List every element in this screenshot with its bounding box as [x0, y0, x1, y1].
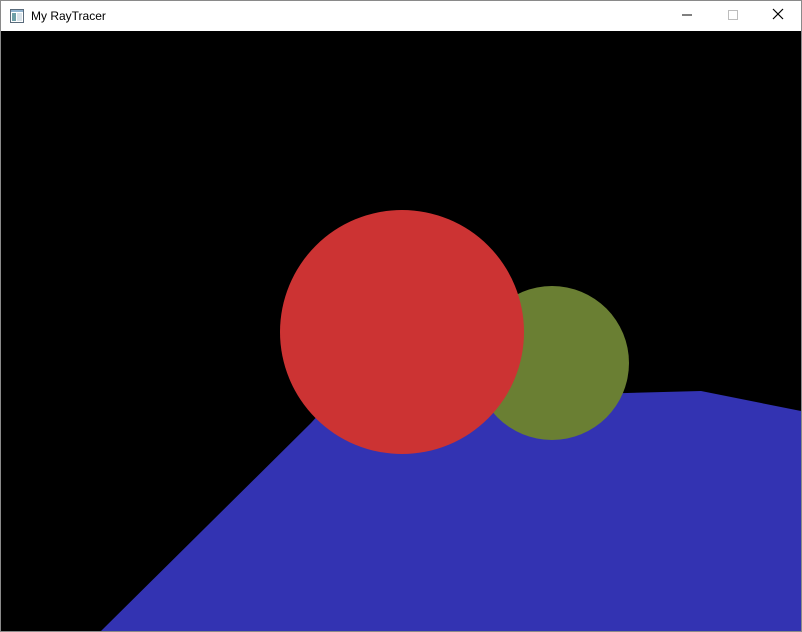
maximize-icon: [728, 7, 738, 25]
render-canvas: [1, 31, 801, 631]
app-window: My RayTracer: [0, 0, 802, 632]
rendered-scene: [1, 31, 801, 631]
maximize-button[interactable]: [710, 1, 756, 31]
red-sphere: [280, 210, 524, 454]
close-icon: [772, 7, 784, 25]
minimize-icon: [682, 7, 692, 25]
title-bar[interactable]: My RayTracer: [1, 1, 801, 31]
window-title: My RayTracer: [31, 9, 106, 23]
window-app-icon[interactable]: [10, 9, 24, 23]
minimize-button[interactable]: [664, 1, 710, 31]
close-button[interactable]: [755, 1, 801, 31]
